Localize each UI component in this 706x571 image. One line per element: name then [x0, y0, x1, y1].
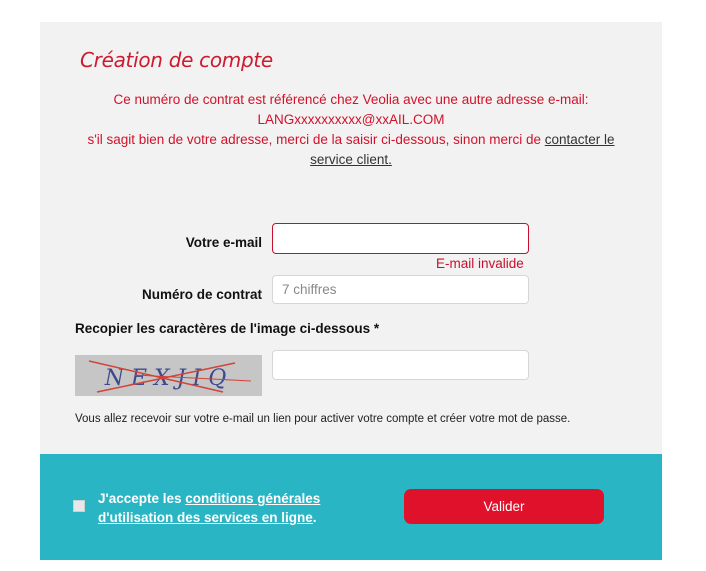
terms-acceptance-text: J'accepte les conditions générales d'uti…: [98, 489, 358, 527]
terms-checkbox[interactable]: [73, 500, 85, 512]
terms-suffix: .: [312, 510, 317, 525]
activation-info-text: Vous allez recevoir sur votre e-mail un …: [75, 413, 571, 425]
captcha-image: NEXJIQ: [75, 355, 262, 396]
validate-button[interactable]: Valider: [404, 489, 604, 524]
terms-prefix: J'accepte les: [98, 491, 186, 506]
contract-number-field[interactable]: [272, 275, 529, 304]
notice-line-1: Ce numéro de contrat est référencé chez …: [113, 92, 589, 107]
email-error-message: E-mail invalide: [436, 256, 524, 271]
captcha-label: Recopier les caractères de l'image ci-de…: [75, 321, 380, 336]
existing-email-notice: Ce numéro de contrat est référencé chez …: [68, 90, 634, 170]
notice-line-3-text: s'il sagit bien de votre adresse, merci …: [87, 132, 545, 147]
form-footer: J'accepte les conditions générales d'uti…: [40, 454, 662, 560]
captcha-field[interactable]: [272, 350, 529, 380]
notice-masked-email: LANGxxxxxxxxxx@xxAIL.COM: [257, 112, 445, 127]
email-label: Votre e-mail: [185, 235, 262, 250]
contract-label: Numéro de contrat: [141, 287, 262, 302]
notice-line-3: s'il sagit bien de votre adresse, merci …: [68, 130, 634, 170]
email-field[interactable]: [272, 223, 529, 254]
page-title: Création de compte: [80, 48, 273, 72]
account-creation-panel: Création de compte Ce numéro de contrat …: [40, 22, 662, 454]
